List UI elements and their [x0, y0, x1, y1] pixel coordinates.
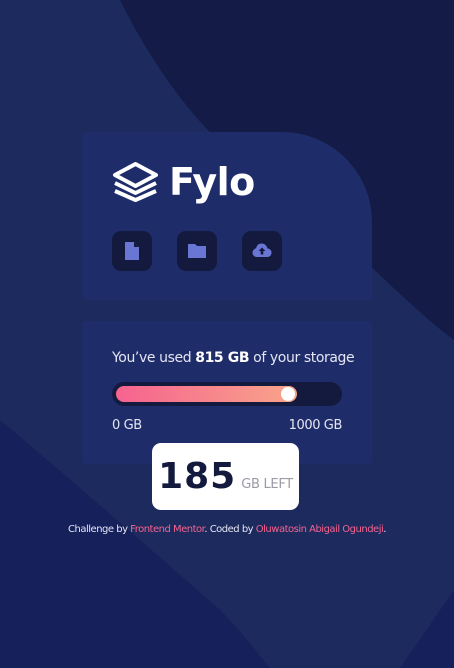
- folder-button[interactable]: [177, 231, 217, 271]
- frontend-mentor-link[interactable]: Frontend Mentor: [130, 524, 205, 535]
- document-button[interactable]: [112, 231, 152, 271]
- storage-progress-bar: [112, 382, 342, 406]
- usage-prefix: You’ve used: [112, 350, 196, 366]
- logo: Fylo: [112, 162, 255, 202]
- usage-amount: 815 GB: [195, 350, 250, 366]
- usage-suffix: of your storage: [249, 350, 355, 366]
- remaining-unit: GB LEFT: [241, 477, 293, 492]
- scale-max-label: 1000 GB: [288, 418, 343, 433]
- attribution-suffix: .: [383, 524, 386, 535]
- fylo-logo-icon: [113, 162, 158, 202]
- upload-button[interactable]: [242, 231, 282, 271]
- attribution: Challenge by Frontend Mentor. Coded by O…: [0, 524, 454, 535]
- attribution-middle: . Coded by: [204, 524, 256, 535]
- folder-icon: [188, 244, 206, 258]
- remaining-number: 185: [158, 456, 237, 497]
- author-link[interactable]: Oluwatosin Abigail Ogundeji: [256, 524, 384, 535]
- remaining-storage-badge: 185 GB LEFT: [152, 443, 299, 510]
- attribution-prefix: Challenge by: [68, 524, 131, 535]
- toolbar: [112, 231, 282, 271]
- progress-knob: [281, 387, 295, 401]
- progress-fill: [116, 386, 297, 402]
- document-icon: [125, 242, 139, 260]
- scale-min-label: 0 GB: [112, 418, 142, 433]
- upload-icon: [252, 243, 272, 257]
- usage-summary: You’ve used 815 GB of your storage: [112, 350, 355, 366]
- logo-text: Fylo: [169, 160, 255, 204]
- logo-card: Fylo: [82, 132, 372, 300]
